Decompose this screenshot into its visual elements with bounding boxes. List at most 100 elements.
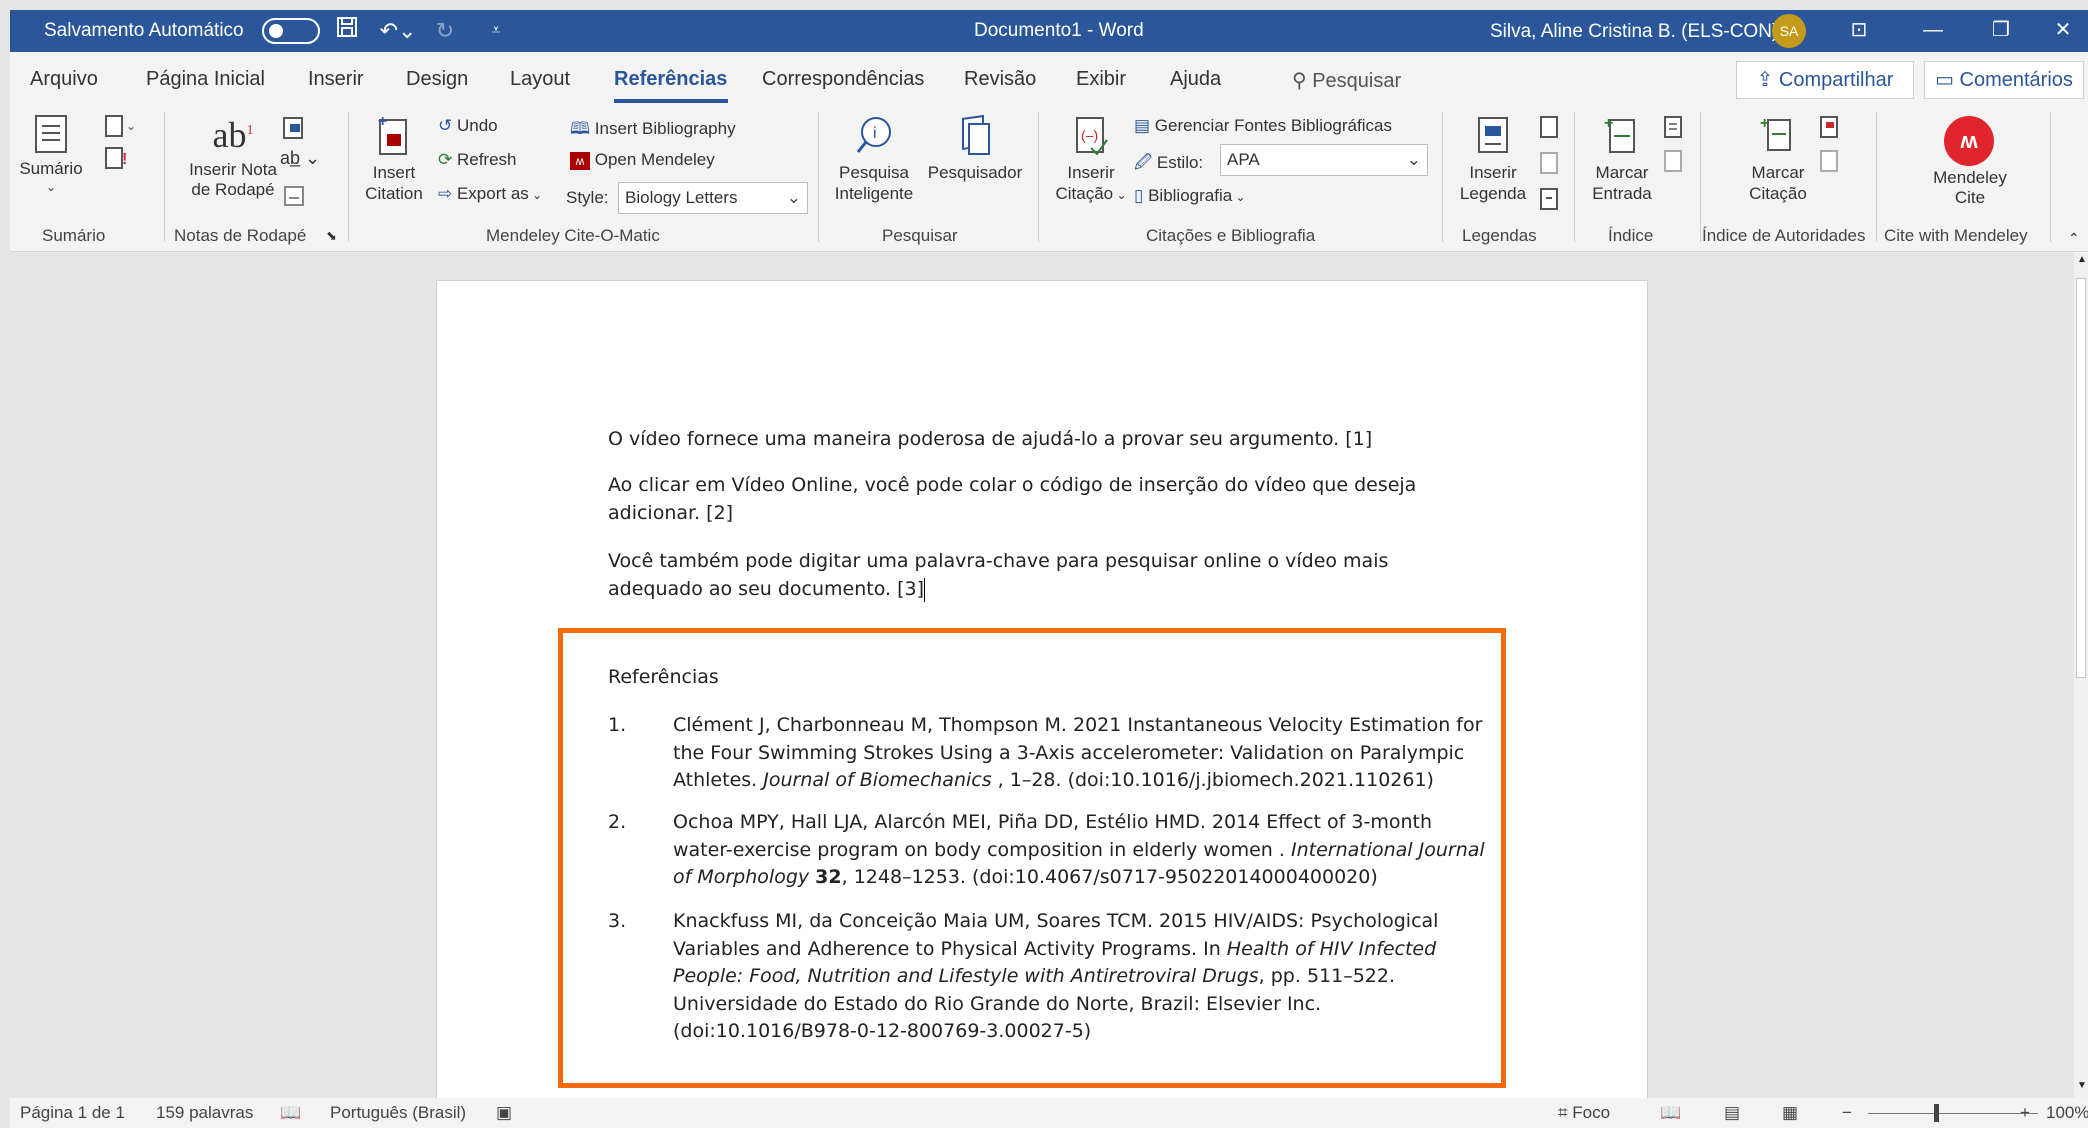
footnote-label-2: de Rodapé (191, 180, 275, 200)
separator (818, 112, 819, 242)
chevron-down-icon: ⌄ (528, 188, 543, 202)
mendeley-style-select[interactable]: Biology Letters ⌄ (618, 182, 808, 214)
close-icon[interactable]: ✕ (2040, 12, 2086, 48)
reference-item[interactable]: 1. Clément J, Charbonneau M, Thompson M.… (608, 712, 1488, 796)
zoom-slider-knob[interactable] (1934, 1104, 1939, 1122)
avatar[interactable]: SA (1772, 14, 1806, 48)
minimize-icon[interactable]: — (1910, 12, 1956, 48)
mendeley-cite-icon[interactable]: ʍ (1944, 116, 1994, 166)
insert-citation-button[interactable]: + Insert Citation (358, 113, 430, 204)
insert-citation-label-2: Citation (365, 183, 423, 203)
insert-bibliography-button[interactable]: 🕮 Insert Bibliography (570, 116, 736, 145)
collapse-ribbon-icon[interactable]: ⌃ (2068, 230, 2080, 247)
tab-pagina-inicial[interactable]: Página Inicial (146, 68, 265, 91)
mendeley-cite-button[interactable]: Mendeley Cite (1918, 168, 2022, 209)
print-layout-icon[interactable]: ▤ (1724, 1103, 1740, 1123)
undo-label: Undo (456, 116, 498, 135)
insert-caption-button[interactable]: Inserir Legenda (1446, 114, 1540, 204)
paragraph-3[interactable]: Você também pode digitar uma palavra-cha… (608, 547, 1488, 603)
scroll-thumb[interactable] (2076, 278, 2086, 678)
tab-revisao[interactable]: Revisão (964, 68, 1036, 91)
word-count[interactable]: 159 palavras (156, 1103, 253, 1123)
customize-toolbar-icon[interactable]: ⩡ (484, 16, 508, 46)
tab-arquivo[interactable]: Arquivo (30, 68, 98, 91)
zoom-slider[interactable] (1868, 1113, 2038, 1114)
restore-icon[interactable]: ❐ (1978, 12, 2024, 48)
save-icon[interactable] (332, 16, 362, 46)
ribbon: Sumário ⌄ ⌄ ! Sumário ab1 Inserir Nota d… (10, 106, 2088, 252)
accessibility-icon[interactable]: ▣ (496, 1103, 512, 1123)
table-of-contents-button[interactable]: Sumário ⌄ (16, 114, 86, 194)
group-indice: Índice (1608, 226, 1654, 245)
page-count[interactable]: Página 1 de 1 (20, 1103, 125, 1123)
bibliography-button[interactable]: ▯ Bibliografia ⌄ (1134, 186, 1246, 206)
zoom-out-icon[interactable]: − (1842, 1103, 1852, 1123)
citation-style-select[interactable]: APA ⌄ (1220, 144, 1428, 176)
undo-button[interactable]: ↺ Undo (438, 116, 498, 136)
separator (1574, 112, 1575, 242)
reference-item[interactable]: 2. Ochoa MPY, Hall LJA, Alarcón MEI, Piñ… (608, 809, 1488, 893)
insert-footnote-button[interactable]: ab1 Inserir Nota de Rodapé (178, 114, 288, 201)
update-table-figures-icon[interactable]: ! (1538, 150, 1564, 181)
mark-entry-icon: + (1604, 115, 1635, 153)
insert-citation-icon: + (378, 113, 407, 155)
update-authorities-icon[interactable]: ! (1818, 148, 1844, 179)
manage-sources-button[interactable]: ▤ Gerenciar Fontes Bibliográficas (1134, 116, 1392, 136)
mark-citation-icon: + (1760, 115, 1791, 151)
language[interactable]: Português (Brasil) (330, 1103, 466, 1123)
insert-endnote-icon[interactable] (280, 114, 308, 147)
ribbon-display-options-icon[interactable]: ⊡ (1836, 12, 1882, 48)
export-as-button[interactable]: ⇨ Export as ⌄ (438, 184, 542, 204)
reference-item[interactable]: 3. Knackfuss MI, da Conceição Maia UM, S… (608, 908, 1488, 1048)
autosave-toggle[interactable] (262, 18, 320, 44)
dialog-launcher-icon[interactable]: ⬊ (326, 228, 337, 244)
zoom-in-icon[interactable]: + (2020, 1103, 2030, 1123)
scroll-up-icon[interactable]: ▲ (2077, 254, 2087, 265)
zoom-level[interactable]: 100% (2046, 1103, 2088, 1123)
web-layout-icon[interactable]: ▦ (1782, 1103, 1798, 1123)
insert-citation-word-button[interactable]: (–) Inserir Citação ⌄ (1048, 114, 1134, 204)
tab-ajuda[interactable]: Ajuda (1170, 68, 1221, 91)
tab-layout[interactable]: Layout (510, 68, 570, 91)
svg-text:!: ! (1555, 155, 1559, 171)
redo-icon[interactable]: ↻ (430, 16, 460, 46)
refresh-button[interactable]: ⟳ Refresh (438, 150, 517, 170)
next-footnote-icon[interactable]: ab̲ ⌄ (280, 148, 320, 169)
update-table-icon[interactable]: ! (102, 146, 132, 177)
tab-referencias[interactable]: Referências (614, 68, 727, 91)
group-indice-autoridades: Índice de Autoridades (1702, 226, 1866, 245)
cross-reference-icon[interactable] (1538, 186, 1564, 217)
researcher-icon (962, 114, 990, 155)
researcher-button[interactable]: Pesquisador (922, 114, 1028, 184)
user-name[interactable]: Silva, Aline Cristina B. (ELS-CON) (1490, 21, 1778, 43)
vertical-scrollbar[interactable]: ▲ ▼ (2074, 252, 2088, 1098)
tab-correspondencias[interactable]: Correspondências (762, 68, 924, 91)
scroll-down-icon[interactable]: ▼ (2077, 1080, 2087, 1091)
tab-design[interactable]: Design (406, 68, 468, 91)
smart-lookup-button[interactable]: i Pesquisa Inteligente (828, 114, 920, 204)
insert-table-of-figures-icon[interactable] (1538, 114, 1562, 145)
insert-index-icon[interactable] (1662, 114, 1686, 145)
insert-authorities-icon[interactable] (1818, 114, 1842, 145)
mark-entry-button[interactable]: + Marcar Entrada (1580, 114, 1664, 204)
tell-me-search[interactable]: ⚲ Pesquisar (1292, 68, 1401, 93)
paragraph-1[interactable]: O vídeo fornece uma maneira poderosa de … (608, 425, 1488, 453)
share-icon: ⇪ (1756, 69, 1779, 91)
read-mode-icon[interactable]: 📖 (1660, 1103, 1681, 1123)
comment-icon: ▭ (1935, 69, 1960, 91)
undo-icon[interactable]: ↶⌄ (376, 16, 420, 46)
open-mendeley-button[interactable]: ʍ Open Mendeley (570, 150, 715, 170)
focus-mode-button[interactable]: ⌗ Foco (1558, 1103, 1610, 1123)
references-heading[interactable]: Referências (608, 666, 719, 688)
tab-exibir[interactable]: Exibir (1076, 68, 1126, 91)
separator (2050, 112, 2051, 242)
show-notes-icon[interactable] (282, 184, 306, 213)
proofing-icon[interactable]: 📖 (280, 1103, 301, 1123)
tab-inserir[interactable]: Inserir (308, 68, 364, 91)
add-text-icon[interactable]: ⌄ (102, 114, 136, 143)
comments-button[interactable]: ▭ Comentários (1924, 61, 2084, 99)
share-button[interactable]: ⇪ Compartilhar (1736, 61, 1914, 99)
update-index-icon[interactable]: ! (1662, 148, 1688, 179)
mark-citation-button[interactable]: + Marcar Citação (1730, 114, 1826, 204)
paragraph-2[interactable]: Ao clicar em Vídeo Online, você pode col… (608, 471, 1488, 527)
